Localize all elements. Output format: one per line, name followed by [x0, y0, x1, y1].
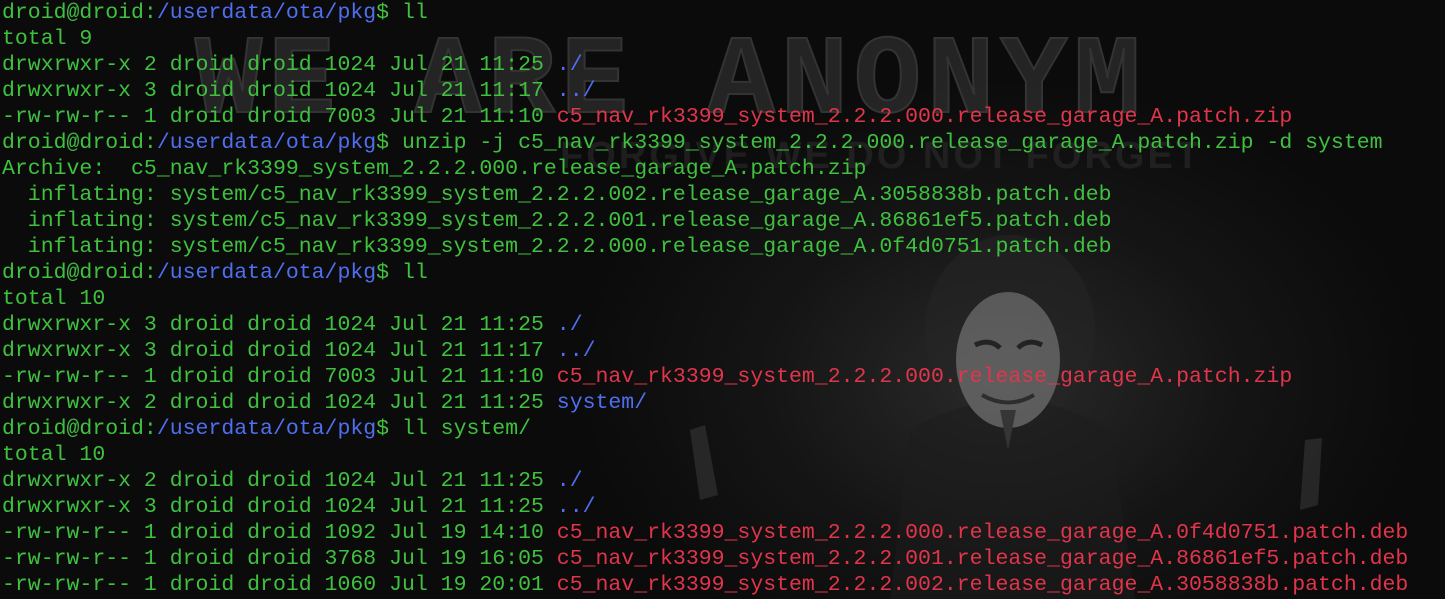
terminal-text-segment: $ unzip -j c5_nav_rk3399_system_2.2.2.00… [376, 131, 1383, 155]
terminal-line: drwxrwxr-x 2 droid droid 1024 Jul 21 11:… [2, 468, 1408, 494]
terminal-text-segment: droid@droid: [2, 261, 157, 285]
terminal-text-segment: c5_nav_rk3399_system_2.2.2.000.release_g… [556, 105, 1293, 129]
terminal-line: droid@droid:/userdata/ota/pkg$ ll [2, 260, 1408, 286]
terminal-text-segment: ../ [556, 79, 596, 103]
terminal-line: drwxrwxr-x 3 droid droid 1024 Jul 21 11:… [2, 494, 1408, 520]
terminal-line: inflating: system/c5_nav_rk3399_system_2… [2, 234, 1408, 260]
terminal-text-segment: c5_nav_rk3399_system_2.2.2.000.release_g… [556, 521, 1409, 545]
terminal-line: total 9 [2, 26, 1408, 52]
terminal-line: droid@droid:/userdata/ota/pkg$ unzip -j … [2, 130, 1408, 156]
terminal-text-segment: $ ll [376, 261, 428, 285]
terminal-text-segment: drwxrwxr-x 3 droid droid 1024 Jul 21 11:… [2, 495, 557, 519]
terminal-line: inflating: system/c5_nav_rk3399_system_2… [2, 208, 1408, 234]
terminal-text-segment: -rw-rw-r-- 1 droid droid 1092 Jul 19 14:… [2, 521, 557, 545]
terminal-text-segment: /userdata/ota/pkg [156, 131, 377, 155]
terminal-line: -rw-rw-r-- 1 droid droid 3768 Jul 19 16:… [2, 546, 1408, 572]
terminal-text-segment: -rw-rw-r-- 1 droid droid 1060 Jul 19 20:… [2, 573, 557, 597]
terminal-text-segment: inflating: system/c5_nav_rk3399_system_2… [2, 209, 1112, 233]
terminal-text-segment: ../ [556, 339, 596, 363]
terminal-line: inflating: system/c5_nav_rk3399_system_2… [2, 182, 1408, 208]
terminal-text-segment: -rw-rw-r-- 1 droid droid 7003 Jul 21 11:… [2, 105, 557, 129]
terminal-text-segment: $ ll system/ [376, 417, 531, 441]
terminal-text-segment: system/ [556, 391, 648, 415]
terminal-text-segment: inflating: system/c5_nav_rk3399_system_2… [2, 183, 1112, 207]
terminal-line: droid@droid:/userdata/ota/pkg$ ll [2, 0, 1408, 26]
terminal-text-segment: ./ [556, 469, 583, 493]
terminal-text-segment: droid@droid: [2, 131, 157, 155]
terminal-text-segment: c5_nav_rk3399_system_2.2.2.001.release_g… [556, 547, 1409, 571]
terminal-line: Archive: c5_nav_rk3399_system_2.2.2.000.… [2, 156, 1408, 182]
terminal-text-segment: droid@droid: [2, 417, 157, 441]
terminal-text-segment: ./ [556, 53, 583, 77]
terminal-text-segment: /userdata/ota/pkg [156, 261, 377, 285]
terminal-line: drwxrwxr-x 2 droid droid 1024 Jul 21 11:… [2, 52, 1408, 78]
terminal-text-segment: /userdata/ota/pkg [156, 417, 377, 441]
terminal-line: total 10 [2, 442, 1408, 468]
terminal-text-segment: drwxrwxr-x 3 droid droid 1024 Jul 21 11:… [2, 79, 557, 103]
terminal-line: drwxrwxr-x 3 droid droid 1024 Jul 21 11:… [2, 312, 1408, 338]
terminal-text-segment: total 10 [2, 287, 106, 311]
terminal-text-segment: /userdata/ota/pkg [156, 1, 377, 25]
terminal-text-segment: -rw-rw-r-- 1 droid droid 7003 Jul 21 11:… [2, 365, 557, 389]
terminal-line: -rw-rw-r-- 1 droid droid 7003 Jul 21 11:… [2, 104, 1408, 130]
terminal-text-segment: drwxrwxr-x 3 droid droid 1024 Jul 21 11:… [2, 339, 557, 363]
terminal-text-segment: drwxrwxr-x 2 droid droid 1024 Jul 21 11:… [2, 469, 557, 493]
terminal-text-segment: Archive: c5_nav_rk3399_system_2.2.2.000.… [2, 157, 867, 181]
terminal-text-segment: ./ [556, 313, 583, 337]
terminal-output: droid@droid:/userdata/ota/pkg$ ll total 9… [2, 0, 1408, 598]
terminal-text-segment: drwxrwxr-x 2 droid droid 1024 Jul 21 11:… [2, 53, 557, 77]
terminal-text-segment: c5_nav_rk3399_system_2.2.2.002.release_g… [556, 573, 1409, 597]
terminal-line: -rw-rw-r-- 1 droid droid 1060 Jul 19 20:… [2, 572, 1408, 598]
terminal-window[interactable]: WE ARE ANONYM FORGIVE WE DO NOT FORGET d… [0, 0, 1445, 599]
terminal-text-segment: total 9 [2, 27, 93, 51]
terminal-text-segment: inflating: system/c5_nav_rk3399_system_2… [2, 235, 1112, 259]
terminal-text-segment: $ ll [376, 1, 428, 25]
terminal-text-segment: droid@droid: [2, 1, 157, 25]
terminal-text-segment: c5_nav_rk3399_system_2.2.2.000.release_g… [556, 365, 1293, 389]
terminal-text-segment: drwxrwxr-x 3 droid droid 1024 Jul 21 11:… [2, 313, 557, 337]
terminal-line: drwxrwxr-x 3 droid droid 1024 Jul 21 11:… [2, 338, 1408, 364]
terminal-line: -rw-rw-r-- 1 droid droid 7003 Jul 21 11:… [2, 364, 1408, 390]
terminal-text-segment: drwxrwxr-x 2 droid droid 1024 Jul 21 11:… [2, 391, 557, 415]
terminal-text-segment: ../ [556, 495, 596, 519]
terminal-line: -rw-rw-r-- 1 droid droid 1092 Jul 19 14:… [2, 520, 1408, 546]
terminal-line: droid@droid:/userdata/ota/pkg$ ll system… [2, 416, 1408, 442]
terminal-line: drwxrwxr-x 2 droid droid 1024 Jul 21 11:… [2, 390, 1408, 416]
terminal-line: drwxrwxr-x 3 droid droid 1024 Jul 21 11:… [2, 78, 1408, 104]
terminal-text-segment: total 10 [2, 443, 106, 467]
terminal-line: total 10 [2, 286, 1408, 312]
terminal-text-segment: -rw-rw-r-- 1 droid droid 3768 Jul 19 16:… [2, 547, 557, 571]
